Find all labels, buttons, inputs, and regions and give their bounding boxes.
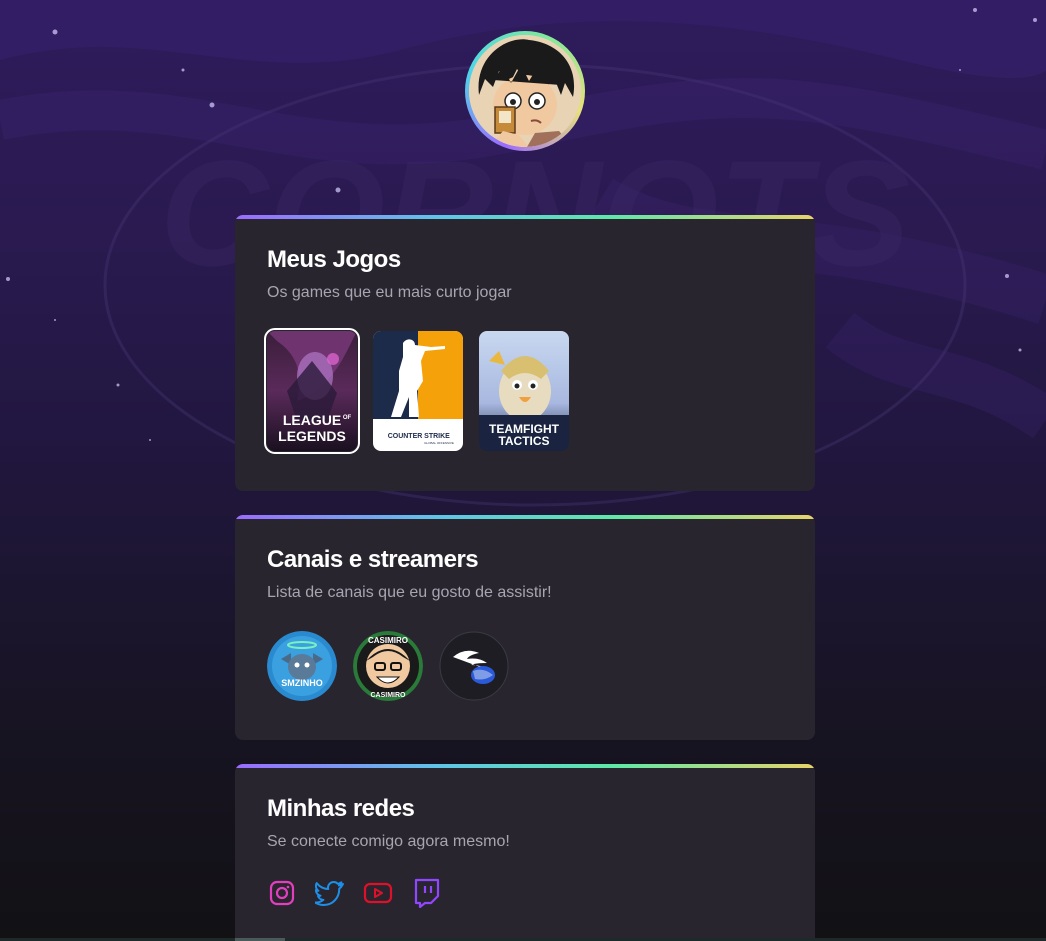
game-league-of-legends[interactable]: LEAGUE OF LEGENDS (264, 328, 360, 454)
profile-avatar (465, 31, 585, 151)
lol-logo-line1: LEAGUE (283, 412, 341, 428)
games-list: LEAGUE OF LEGENDS COUNTER STRIKE GLOBAL … (264, 328, 783, 454)
smzinho-label: SMZINHO (281, 678, 323, 688)
channel-smzinho[interactable]: SMZINHO (267, 631, 337, 701)
casimiro-label-top: CASIMIRO (368, 636, 408, 645)
tft-logo-line2: TACTICS (498, 434, 549, 448)
games-title: Meus Jogos (267, 246, 401, 273)
lol-logo-line2: LEGENDS (278, 428, 346, 444)
game-counter-strike[interactable]: COUNTER STRIKE GLOBAL OFFENSIVE (373, 331, 463, 451)
channels-title: Canais e streamers (267, 546, 479, 573)
instagram-icon (269, 880, 295, 906)
socials-subtitle: Se conecte comigo agora mesmo! (267, 833, 510, 850)
youtube-link[interactable] (363, 878, 393, 908)
cs-logo-sub: GLOBAL OFFENSIVE (424, 441, 454, 445)
wing-logo-icon (439, 631, 509, 701)
twitch-link[interactable] (411, 878, 441, 908)
youtube-icon (363, 882, 393, 904)
channels-card: Canais e streamers Lista de canais que e… (235, 515, 815, 740)
twitch-icon (414, 878, 440, 908)
channels-list: SMZINHO CASIMIRO CASIMIRO (267, 631, 783, 701)
game-teamfight-tactics[interactable]: TEAMFIGHT TACTICS (479, 331, 569, 451)
instagram-link[interactable] (267, 878, 297, 908)
channels-subtitle: Lista de canais que eu gosto de assistir… (267, 584, 552, 601)
avatar-anime-character (469, 35, 581, 147)
channel-wing[interactable] (439, 631, 509, 701)
games-subtitle: Os games que eu mais curto jogar (267, 284, 512, 301)
lol-logo-of: OF (343, 415, 352, 421)
channel-casimiro[interactable]: CASIMIRO CASIMIRO (353, 631, 423, 701)
socials-list (267, 878, 783, 908)
twitter-link[interactable] (315, 878, 345, 908)
socials-card: Minhas redes Se conecte comigo agora mes… (235, 764, 815, 941)
socials-title: Minhas redes (267, 795, 415, 822)
twitter-icon (315, 881, 344, 906)
casimiro-label-bottom: CASIMIRO (371, 692, 407, 699)
cs-logo-line2: STRIKE (424, 433, 450, 440)
cs-logo-line1: COUNTER (388, 433, 423, 440)
games-card: Meus Jogos Os games que eu mais curto jo… (235, 215, 815, 491)
